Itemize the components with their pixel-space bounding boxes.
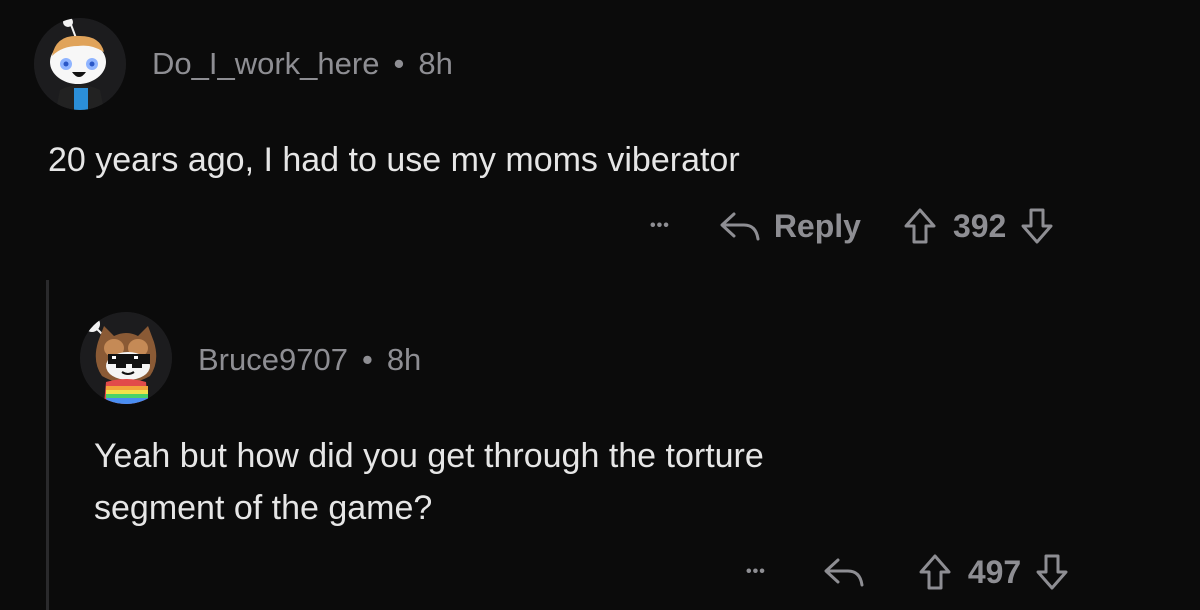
meta-separator: •: [361, 342, 373, 377]
upvote-button[interactable]: [903, 207, 937, 245]
comment-actions: ••• 497: [746, 550, 1069, 594]
avatar[interactable]: [80, 312, 172, 404]
downvote-button[interactable]: [1035, 553, 1069, 591]
owl-avatar-icon: [80, 312, 172, 404]
snoo-avatar-icon: [34, 18, 126, 110]
reply-button[interactable]: [822, 554, 866, 590]
comment-body: 20 years ago, I had to use my moms viber…: [48, 141, 740, 179]
comment-body-line: segment of the game?: [94, 489, 433, 527]
upvote-button[interactable]: [918, 553, 952, 591]
more-options-icon[interactable]: •••: [650, 217, 670, 235]
more-options-icon[interactable]: •••: [746, 563, 766, 581]
username[interactable]: Do_I_work_here: [152, 46, 379, 82]
comment-actions: ••• Reply 392: [650, 204, 1054, 248]
downvote-button[interactable]: [1020, 207, 1054, 245]
avatar[interactable]: [34, 18, 126, 110]
reply-button[interactable]: Reply: [718, 208, 861, 245]
reply-arrow-icon: [720, 212, 760, 241]
vote-count: 497: [967, 553, 1022, 590]
username[interactable]: Bruce9707: [198, 342, 348, 378]
reply-label: Reply: [773, 207, 861, 244]
vote-count: 392: [952, 207, 1007, 244]
upvote-arrow-icon: [904, 208, 936, 244]
upvote-arrow-icon: [919, 554, 951, 590]
downvote-arrow-icon: [1036, 554, 1068, 590]
comment-meta: Do_I_work_here • 8h: [152, 44, 453, 84]
reply-arrow-icon: [824, 558, 864, 587]
comment-body: Yeah but how did you get through the tor…: [94, 430, 764, 534]
timestamp: 8h: [386, 342, 422, 377]
comment-meta: Bruce9707 • 8h: [198, 340, 421, 380]
meta-separator: •: [393, 46, 405, 81]
timestamp: 8h: [418, 46, 453, 81]
downvote-arrow-icon: [1021, 208, 1053, 244]
reply-comment: Bruce9707 • 8h Yeah but how did you get …: [0, 280, 1200, 610]
comment-body-line: Yeah but how did you get through the tor…: [94, 437, 764, 475]
comment: Do_I_work_here • 8h 20 years ago, I had …: [0, 0, 1200, 280]
